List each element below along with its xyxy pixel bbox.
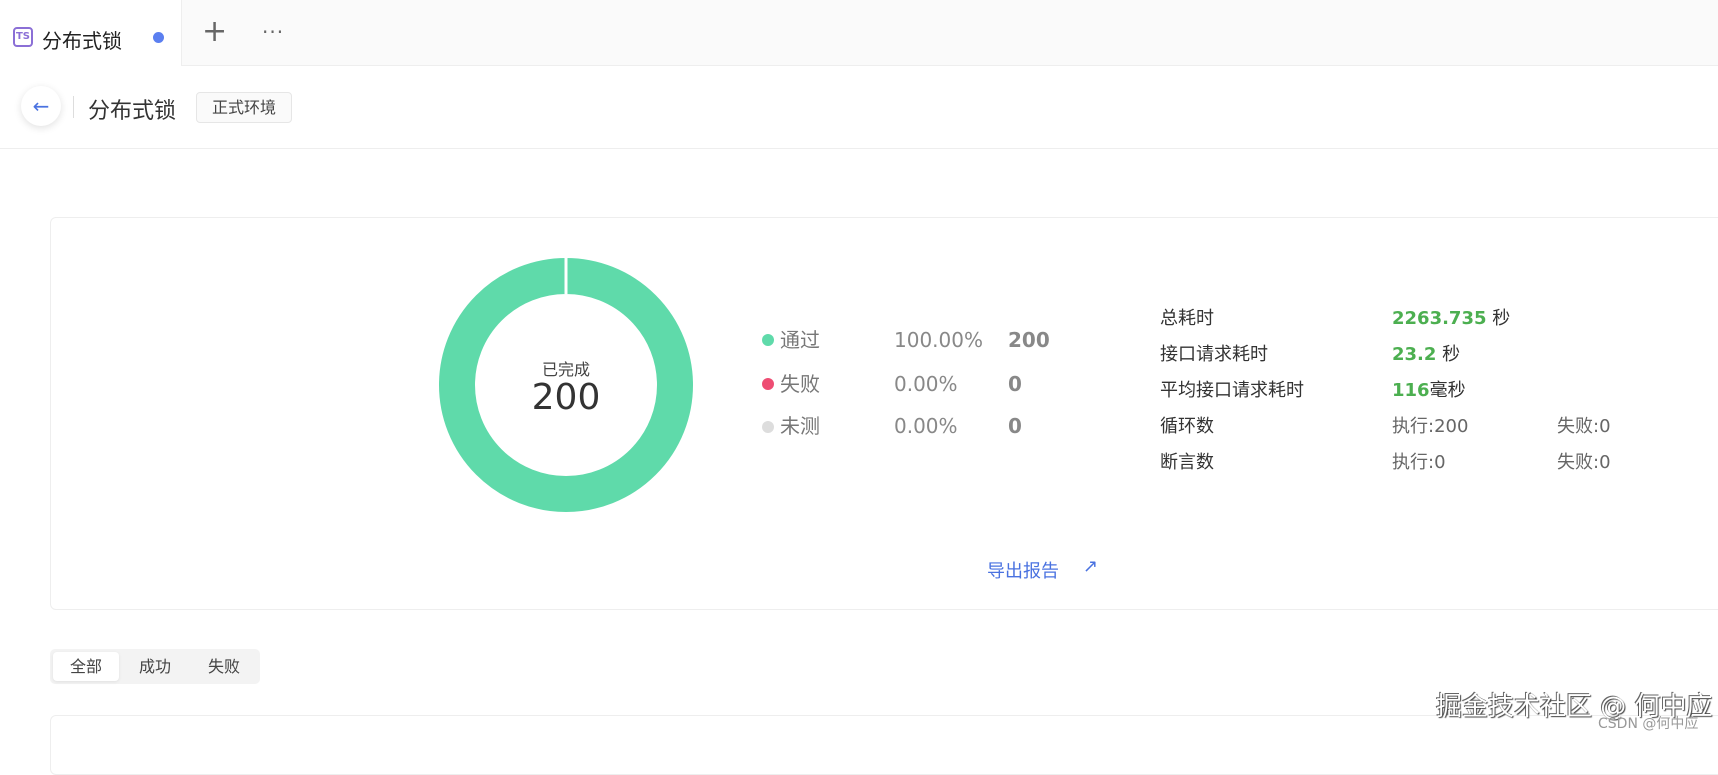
legend-pass-count: 200	[1008, 328, 1050, 352]
filter-all[interactable]: 全部	[53, 652, 119, 681]
unit: 毫秒	[1429, 380, 1466, 401]
api-time-label: 接口请求耗时	[1160, 344, 1268, 365]
tab-title[interactable]: 分布式锁	[42, 25, 122, 54]
donut-center-value: 200	[531, 377, 601, 418]
loops-label: 循环数	[1160, 416, 1214, 437]
back-button[interactable]: ←	[21, 86, 61, 126]
unit: 秒	[1436, 344, 1461, 365]
untested-dot-icon	[762, 421, 774, 433]
environment-tag: 正式环境	[196, 92, 292, 123]
unit: 秒	[1486, 308, 1511, 329]
legend-pass-label: 通过	[780, 328, 820, 352]
api-time-value: 23.2 秒	[1392, 343, 1460, 367]
pass-dot-icon	[762, 334, 774, 346]
asserts-exec: 执行:0	[1392, 452, 1446, 473]
legend-pass-percent: 100.00%	[894, 328, 983, 352]
legend-untested-percent: 0.00%	[894, 414, 958, 438]
results-card	[50, 715, 1718, 775]
legend-fail-label: 失败	[780, 372, 820, 396]
summary-card	[50, 217, 1718, 610]
divider	[73, 96, 74, 118]
tab-bar	[0, 0, 1718, 66]
legend-untested-count: 0	[1008, 414, 1022, 438]
filter-success[interactable]: 成功	[122, 652, 188, 681]
total-time-label: 总耗时	[1160, 308, 1214, 329]
legend-fail-percent: 0.00%	[894, 372, 958, 396]
avg-time-number: 116	[1392, 380, 1430, 401]
legend-fail-count: 0	[1008, 372, 1022, 396]
legend-untested-label: 未测	[780, 414, 820, 438]
fail-dot-icon	[762, 378, 774, 390]
header-divider	[0, 148, 1718, 149]
page-title: 分布式锁	[88, 99, 177, 124]
loops-fail: 失败:0	[1557, 416, 1611, 437]
filter-fail[interactable]: 失败	[191, 652, 257, 681]
external-link-icon[interactable]: ↗	[1083, 556, 1098, 577]
new-tab-button[interactable]: +	[202, 17, 227, 47]
avg-time-label: 平均接口请求耗时	[1160, 380, 1304, 401]
watermark-csdn: CSDN @何中应	[1598, 716, 1699, 732]
result-filter: 全部 成功 失败	[50, 649, 260, 684]
asserts-fail: 失败:0	[1557, 452, 1611, 473]
api-time-number: 23.2	[1392, 344, 1437, 365]
total-time-value: 2263.735 秒	[1392, 307, 1510, 331]
loops-exec: 执行:200	[1392, 416, 1469, 437]
export-report-link[interactable]: 导出报告	[987, 557, 1059, 583]
total-time-number: 2263.735	[1392, 308, 1487, 329]
more-icon[interactable]: ···	[262, 20, 284, 44]
typescript-file-icon: TS	[13, 27, 33, 47]
unsaved-dot-icon	[153, 32, 164, 43]
asserts-label: 断言数	[1160, 452, 1214, 473]
avg-time-value: 116毫秒	[1392, 379, 1466, 403]
